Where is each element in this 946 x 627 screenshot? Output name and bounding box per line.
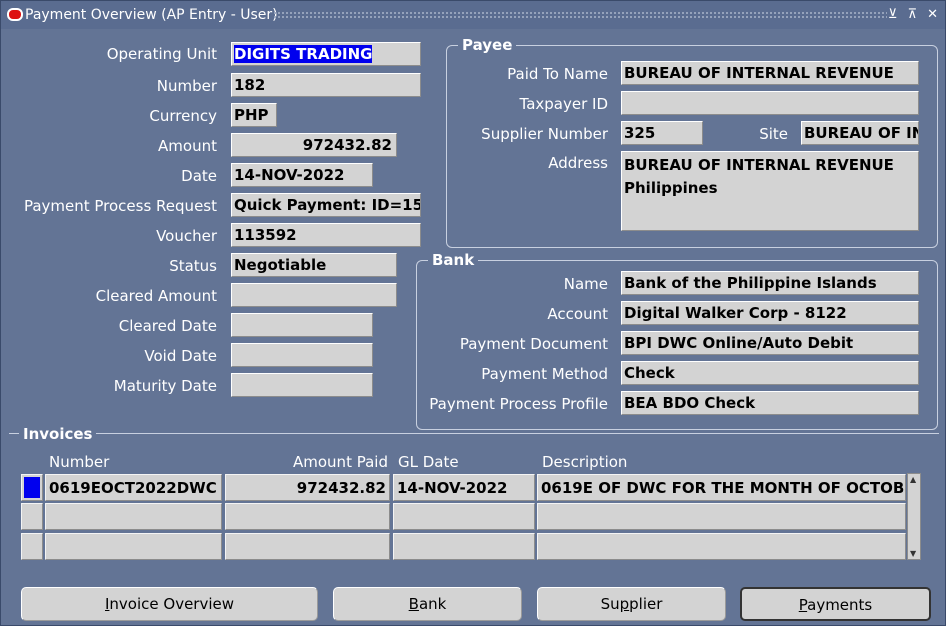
payments-button[interactable]: Payments (740, 587, 931, 621)
invoice-number-cell[interactable] (45, 533, 222, 560)
payment-overview-window: Payment Overview (AP Entry - User) ⊻ ⊼ ✕… (0, 0, 946, 626)
date-field[interactable]: 14-NOV-2022 (231, 163, 373, 187)
site-field[interactable]: BUREAU OF IN (801, 121, 919, 145)
gl-date-cell[interactable] (393, 503, 535, 530)
date-label: Date (181, 167, 217, 185)
voucher-label: Voucher (156, 227, 217, 245)
window-controls[interactable]: ⊻ ⊼ ✕ (888, 7, 941, 22)
amount-paid-cell[interactable]: 972432.82 (225, 474, 390, 501)
payment-process-profile-label: Payment Process Profile (429, 395, 608, 413)
address-field[interactable]: BUREAU OF INTERNAL REVENUE Philippines (621, 151, 919, 231)
gl-date-cell[interactable] (393, 533, 535, 560)
amount-paid-cell[interactable] (225, 503, 390, 530)
status-field[interactable]: Negotiable (231, 253, 397, 277)
supplier-button[interactable]: Supplier (537, 587, 726, 621)
invoices-divider (9, 433, 939, 434)
col-number-header: Number (49, 453, 110, 471)
invoices-scrollbar[interactable]: ▲ ▼ (907, 473, 921, 560)
row-selector[interactable] (21, 533, 43, 560)
cleared-date-label: Cleared Date (118, 317, 217, 335)
currency-label: Currency (149, 107, 217, 125)
col-description-header: Description (542, 453, 628, 471)
col-gl-date-header: GL Date (398, 453, 459, 471)
address-label: Address (548, 154, 608, 172)
description-cell[interactable]: 0619E OF DWC FOR THE MONTH OF OCTOBE (537, 474, 906, 501)
title-bar[interactable]: Payment Overview (AP Entry - User) ⊻ ⊼ ✕ (1, 1, 945, 29)
title-drag-handle[interactable] (273, 11, 887, 18)
payment-process-request-field[interactable]: Quick Payment: ID=1555 (231, 193, 421, 217)
address-line-2: Philippines (624, 179, 718, 197)
description-cell[interactable] (537, 533, 906, 560)
invoice-overview-button[interactable]: Invoice Overview (21, 587, 318, 621)
bank-account-label: Account (547, 305, 608, 323)
maturity-date-field[interactable] (231, 373, 373, 397)
amount-paid-cell[interactable] (225, 533, 390, 560)
cleared-amount-label: Cleared Amount (95, 287, 217, 305)
bank-account-field[interactable]: Digital Walker Corp - 8122 (621, 301, 919, 325)
operating-unit-field[interactable]: DIGITS TRADING (231, 42, 421, 66)
currency-field[interactable]: PHP (231, 103, 277, 127)
amount-label: Amount (158, 137, 217, 155)
description-cell[interactable] (537, 503, 906, 530)
paid-to-name-field[interactable]: BUREAU OF INTERNAL REVENUE (621, 61, 919, 85)
bank-title: Bank (428, 251, 479, 269)
bank-button[interactable]: Bank (333, 587, 522, 621)
supplier-number-label: Supplier Number (481, 125, 608, 143)
gl-date-cell[interactable]: 14-NOV-2022 (393, 474, 535, 501)
number-label: Number (156, 77, 217, 95)
payment-document-field[interactable]: BPI DWC Online/Auto Debit (621, 331, 919, 355)
cleared-date-field[interactable] (231, 313, 373, 337)
invoice-number-cell[interactable] (45, 503, 222, 530)
paid-to-name-label: Paid To Name (507, 65, 608, 83)
amount-field[interactable]: 972432.82 (231, 133, 397, 157)
col-amount-paid-header: Amount Paid (293, 453, 388, 471)
payment-document-label: Payment Document (459, 335, 608, 353)
window-buttons-icon[interactable]: ⊻ ⊼ ✕ (888, 7, 941, 22)
bank-name-field[interactable]: Bank of the Philippine Islands (621, 271, 919, 295)
row-selector[interactable] (21, 474, 43, 501)
payment-method-field[interactable]: Check (621, 361, 919, 385)
taxpayer-id-field[interactable] (621, 91, 919, 115)
void-date-label: Void Date (144, 347, 217, 365)
address-line-1: BUREAU OF INTERNAL REVENUE (624, 156, 894, 174)
void-date-field[interactable] (231, 343, 373, 367)
payment-process-request-label: Payment Process Request (23, 197, 217, 215)
status-label: Status (169, 257, 217, 275)
taxpayer-id-label: Taxpayer ID (519, 95, 608, 113)
maturity-date-label: Maturity Date (113, 377, 217, 395)
supplier-number-field[interactable]: 325 (621, 121, 703, 145)
window-title: Payment Overview (AP Entry - User) (25, 7, 278, 23)
payment-process-profile-field[interactable]: BEA BDO Check (621, 391, 919, 415)
site-label: Site (759, 125, 788, 143)
scroll-up-icon[interactable]: ▲ (910, 475, 916, 484)
invoice-number-cell[interactable]: 0619EOCT2022DWC (45, 474, 222, 501)
scroll-down-icon[interactable]: ▼ (910, 549, 916, 558)
bank-name-label: Name (563, 275, 608, 293)
voucher-field[interactable]: 113592 (231, 223, 421, 247)
payee-title: Payee (458, 36, 517, 54)
operating-unit-label: Operating Unit (106, 45, 217, 63)
row-selector[interactable] (21, 503, 43, 530)
number-field[interactable]: 182 (231, 73, 421, 97)
oracle-logo-icon (7, 8, 23, 21)
payment-method-label: Payment Method (481, 365, 608, 383)
invoices-title: Invoices (19, 425, 97, 443)
cleared-amount-field[interactable] (231, 283, 397, 307)
